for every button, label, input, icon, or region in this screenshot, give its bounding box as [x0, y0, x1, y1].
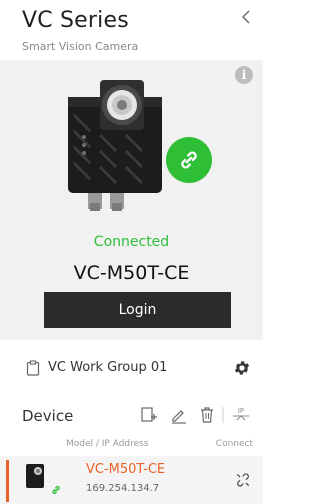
device-ip: 169.254.134.7: [86, 483, 160, 494]
connected-link-badge: [166, 137, 212, 183]
gear-icon[interactable]: [233, 359, 251, 377]
connection-status: Connected: [93, 234, 170, 250]
delete-icon[interactable]: [199, 406, 215, 424]
clipboard-icon: [26, 360, 40, 376]
login-button[interactable]: Login: [44, 292, 231, 328]
add-device-icon[interactable]: [140, 406, 158, 424]
ip-config-icon[interactable]: IP: [231, 404, 251, 424]
work-group-name: VC Work Group 01: [48, 360, 168, 375]
info-icon[interactable]: i: [235, 66, 253, 84]
ip-config-label: IP: [238, 407, 244, 415]
app-title: VC Series: [22, 8, 129, 33]
device-section-title: Device: [22, 407, 74, 425]
app-subtitle: Smart Vision Camera: [22, 40, 139, 53]
link-icon: [52, 485, 60, 495]
app-header: VC Series Smart Vision Camera: [0, 0, 263, 60]
work-group-row[interactable]: VC Work Group 01: [0, 350, 263, 386]
column-connect: Connect: [215, 439, 253, 449]
edit-icon[interactable]: [170, 406, 188, 424]
column-model-ip: Model / IP Address: [66, 439, 149, 449]
camera-model: VC-M50T-CE: [73, 262, 190, 284]
divider: [222, 407, 224, 423]
device-model: VC-M50T-CE: [86, 462, 166, 477]
device-list-item[interactable]: VC-M50T-CE 169.254.134.7: [0, 456, 263, 504]
selected-indicator: [6, 460, 9, 502]
device-list-header: Model / IP Address Connect: [0, 436, 263, 456]
camera-thumbnail: [26, 464, 44, 488]
device-toolbar: Device IP: [0, 397, 263, 433]
chevron-left-icon: [242, 10, 250, 24]
back-button[interactable]: [241, 8, 251, 29]
disconnect-link-icon[interactable]: [235, 472, 251, 488]
link-icon: [181, 151, 197, 169]
camera-panel: i Connected VC-M50T-CE Login: [0, 60, 263, 340]
camera-image: [68, 80, 162, 211]
